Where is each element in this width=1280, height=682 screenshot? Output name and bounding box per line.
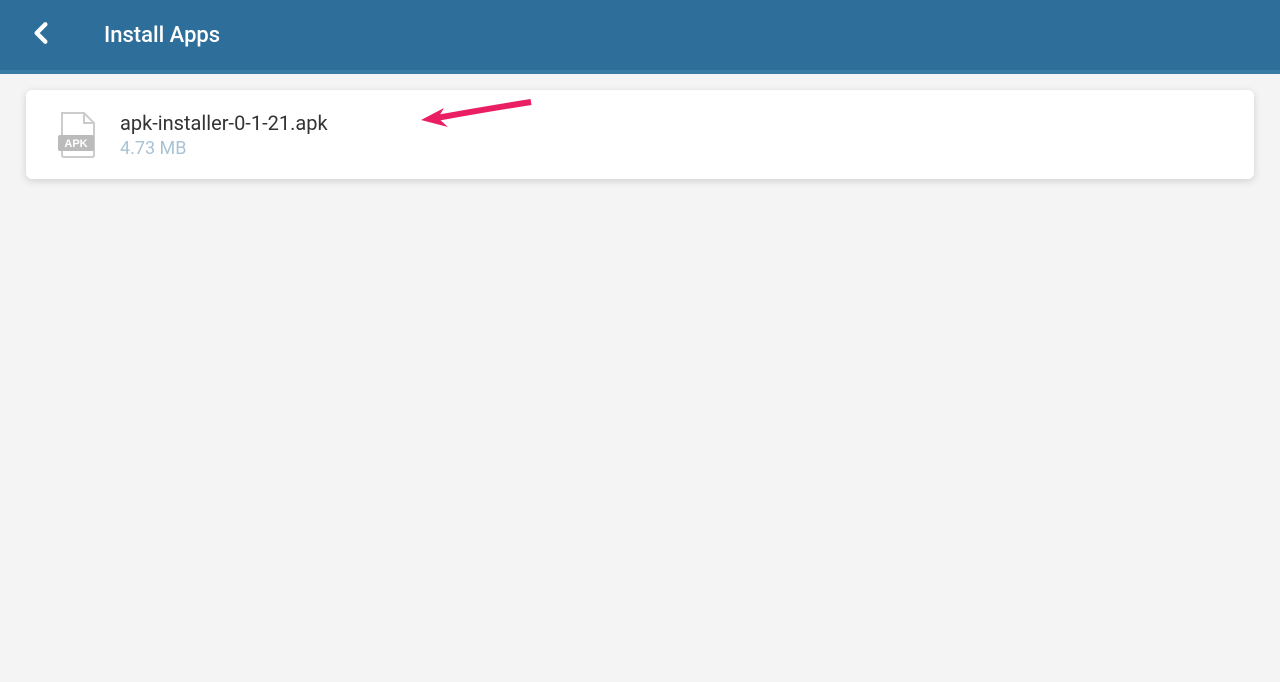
apk-file-icon: APK [56,111,98,159]
content-area: APK apk-installer-0-1-21.apk 4.73 MB [0,74,1280,195]
apk-file-card[interactable]: APK apk-installer-0-1-21.apk 4.73 MB [26,90,1254,179]
svg-text:APK: APK [64,138,87,150]
file-size: 4.73 MB [120,138,1224,159]
annotation-arrow-icon [416,94,536,138]
file-name: apk-installer-0-1-21.apk [120,110,1224,136]
app-header: Install Apps [0,0,1280,74]
back-button[interactable] [20,9,62,61]
file-info: apk-installer-0-1-21.apk 4.73 MB [120,110,1224,159]
page-title: Install Apps [104,23,220,48]
back-chevron-icon [28,17,54,53]
